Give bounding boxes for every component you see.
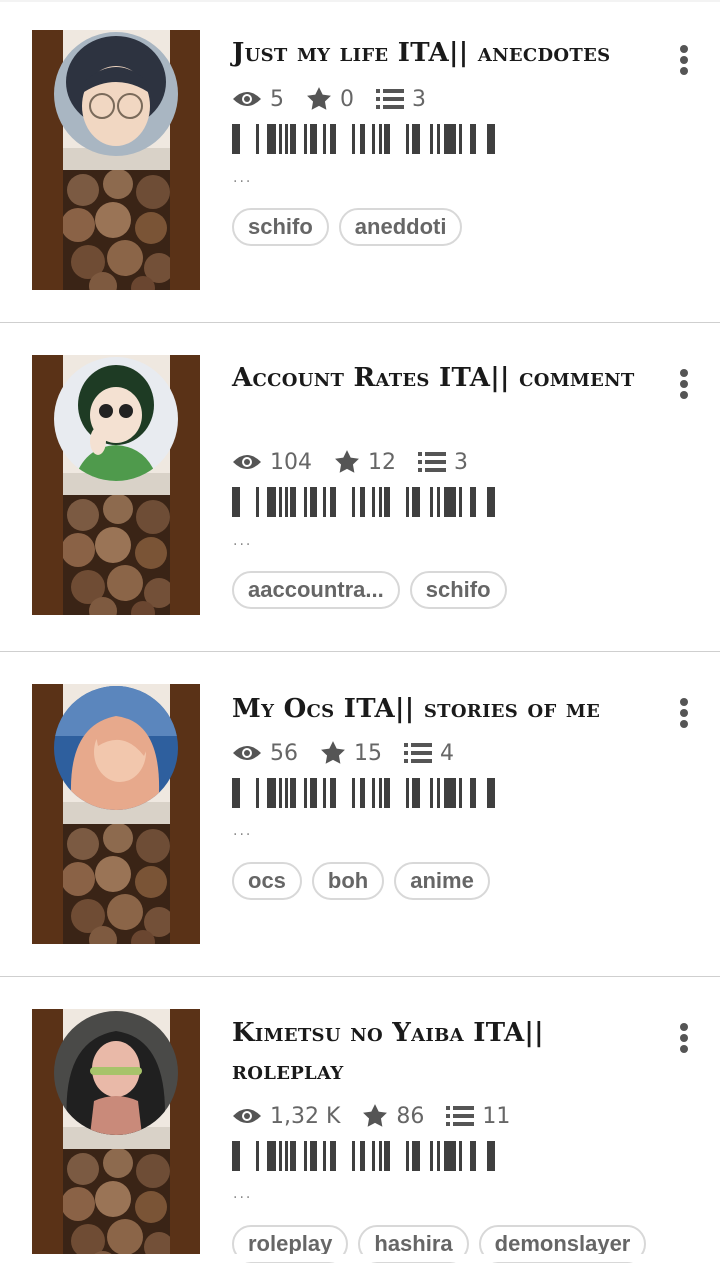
eye-icon: [233, 455, 261, 469]
more-options-icon[interactable]: [670, 42, 698, 82]
story-title[interactable]: Kimetsu no Yaiba ITA|| roleplay: [232, 1014, 652, 1090]
story-excerpt: ...: [233, 1186, 253, 1202]
parts-count: 3: [454, 449, 468, 475]
story-cover[interactable]: [32, 355, 200, 615]
story-excerpt: ...: [233, 170, 253, 186]
story-excerpt: ...: [233, 823, 253, 839]
barcode-decoration: [232, 778, 495, 808]
star-icon: [321, 741, 345, 764]
roses-image: [63, 1149, 170, 1254]
roses-image: [63, 824, 170, 944]
tag-chip[interactable]: ocs: [232, 862, 302, 900]
eye-icon: [233, 746, 261, 760]
story-cover[interactable]: [32, 684, 200, 944]
tag-chip[interactable]: schifo: [409, 571, 507, 609]
avatar: [54, 32, 178, 156]
star-icon: [335, 450, 359, 473]
parts-count: 4: [440, 740, 454, 766]
votes-count: 12: [368, 449, 396, 475]
tag-list: aaccountra... schifo: [232, 571, 517, 609]
tag-list: schifo aneddoti: [232, 208, 472, 246]
tag-chip[interactable]: aneddoti: [338, 208, 463, 246]
votes-count: 0: [340, 86, 354, 112]
more-options-icon[interactable]: [670, 695, 698, 735]
avatar: [54, 357, 178, 481]
story-stats: 104 12 3: [232, 447, 490, 477]
story-cover[interactable]: [32, 30, 200, 290]
story-stats: 1,32 K 86 11: [232, 1101, 532, 1131]
story-title[interactable]: Account Rates ITA|| comment: [232, 359, 652, 397]
eye-icon: [233, 1109, 261, 1123]
views-count: 56: [270, 740, 298, 766]
story-divider: [0, 976, 720, 977]
story-title[interactable]: My Ocs ITA|| stories of me: [232, 690, 652, 728]
star-icon: [307, 87, 331, 110]
story-stats: 56 15 4: [232, 738, 476, 768]
top-edge: [0, 0, 720, 2]
list-icon: [404, 743, 432, 763]
tag-chip[interactable]: schifo: [232, 208, 329, 246]
story-cover[interactable]: [32, 1009, 200, 1254]
avatar: [54, 1011, 178, 1135]
barcode-decoration: [232, 1141, 495, 1171]
parts-count: 11: [482, 1103, 511, 1129]
eye-icon: [233, 92, 261, 106]
story-excerpt: ...: [233, 533, 253, 549]
list-icon: [418, 452, 446, 472]
tag-chip[interactable]: boh: [311, 862, 385, 900]
roses-image: [63, 170, 170, 290]
views-count: 104: [270, 449, 312, 475]
story-stats: 5 0 3: [232, 84, 448, 114]
avatar: [54, 686, 178, 810]
views-count: 5: [270, 86, 284, 112]
star-icon: [363, 1104, 388, 1127]
list-icon: [446, 1106, 475, 1126]
more-options-icon[interactable]: [670, 1020, 698, 1060]
list-icon: [376, 89, 404, 109]
tag-list: ocs boh anime: [232, 862, 500, 900]
tag-chip[interactable]: anime: [394, 862, 490, 900]
story-title[interactable]: Just my life ITA|| anecdotes: [232, 34, 652, 72]
story-divider: [0, 651, 720, 652]
parts-count: 3: [412, 86, 426, 112]
story-divider: [0, 322, 720, 323]
tag-chip[interactable]: aaccountra...: [232, 571, 400, 609]
barcode-decoration: [232, 124, 495, 154]
more-options-icon[interactable]: [670, 366, 698, 406]
votes-count: 86: [396, 1103, 425, 1129]
roses-image: [63, 495, 170, 615]
views-count: 1,32 K: [270, 1103, 341, 1129]
votes-count: 15: [354, 740, 382, 766]
barcode-decoration: [232, 487, 495, 517]
bottom-edge: [0, 1254, 720, 1262]
